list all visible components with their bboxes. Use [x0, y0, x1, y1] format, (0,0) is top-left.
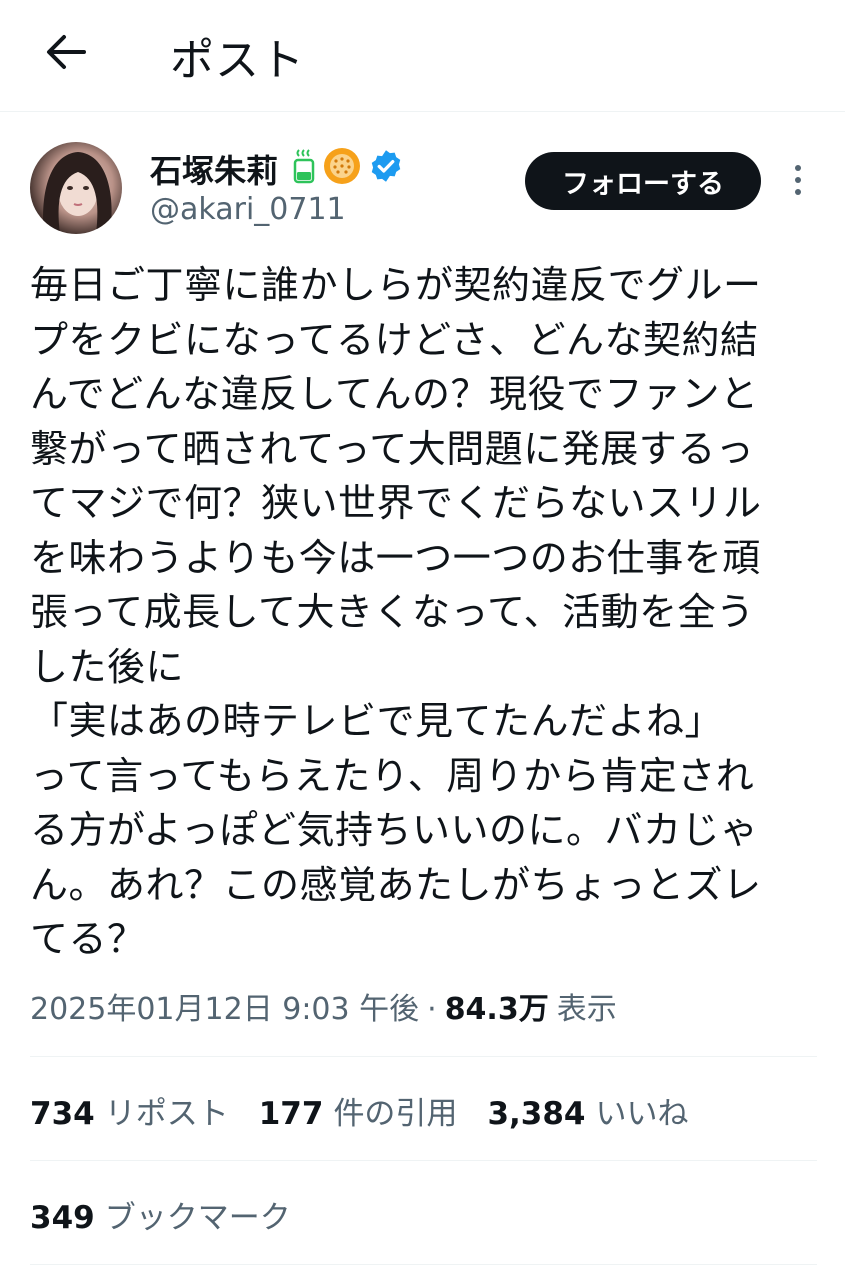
post-text: 毎日ご丁寧に誰かしらが契約違反でグルー プをクビになってるけどさ、どんな契約結 …	[30, 263, 762, 961]
quote-label: 件の引用	[333, 1096, 458, 1132]
bookmark-count: 349	[30, 1200, 95, 1236]
bookmark-label: ブックマーク	[104, 1200, 291, 1236]
verified-icon	[371, 150, 401, 182]
quote-stat[interactable]: 177 件の引用	[259, 1088, 458, 1133]
green-cup-icon	[293, 149, 315, 184]
orange-badge-icon	[324, 148, 360, 184]
back-button[interactable]	[40, 26, 92, 78]
repost-label: リポスト	[104, 1096, 229, 1132]
author-handle[interactable]: @akari_0711	[150, 192, 346, 227]
more-options-button[interactable]	[786, 160, 810, 200]
top-bar: ポスト	[0, 0, 845, 112]
page-title: ポスト	[170, 35, 305, 86]
meta-separator: ·	[427, 992, 437, 1027]
bookmark-stat[interactable]: 349 ブックマーク	[30, 1192, 291, 1237]
views-count: 84.3万	[444, 992, 549, 1027]
repost-stat[interactable]: 734 リポスト	[30, 1088, 229, 1133]
divider	[30, 1056, 817, 1057]
like-count: 3,384	[487, 1096, 586, 1132]
author-badges	[292, 146, 404, 186]
arrow-left-icon	[47, 35, 86, 69]
post-timestamp[interactable]: 2025年01月12日 9:03 午後	[30, 984, 419, 1028]
like-stat[interactable]: 3,384 いいね	[487, 1088, 688, 1133]
avatar-image	[43, 152, 112, 234]
repost-count: 734	[30, 1096, 95, 1132]
like-label: いいね	[595, 1096, 689, 1132]
post-meta: 2025年01月12日 9:03 午後 · 84.3万 表示	[30, 984, 617, 1028]
divider	[30, 1160, 817, 1161]
engagement-stats: 734 リポスト 177 件の引用 3,384 いいね	[30, 1088, 689, 1133]
quote-count: 177	[258, 1096, 324, 1132]
divider	[30, 1264, 817, 1265]
follow-button[interactable]: フォローする	[525, 152, 761, 210]
more-vertical-icon	[795, 165, 801, 195]
views-label: 表示	[556, 992, 617, 1027]
author-display-name[interactable]: 石塚朱莉	[150, 146, 278, 192]
avatar[interactable]	[30, 142, 122, 234]
